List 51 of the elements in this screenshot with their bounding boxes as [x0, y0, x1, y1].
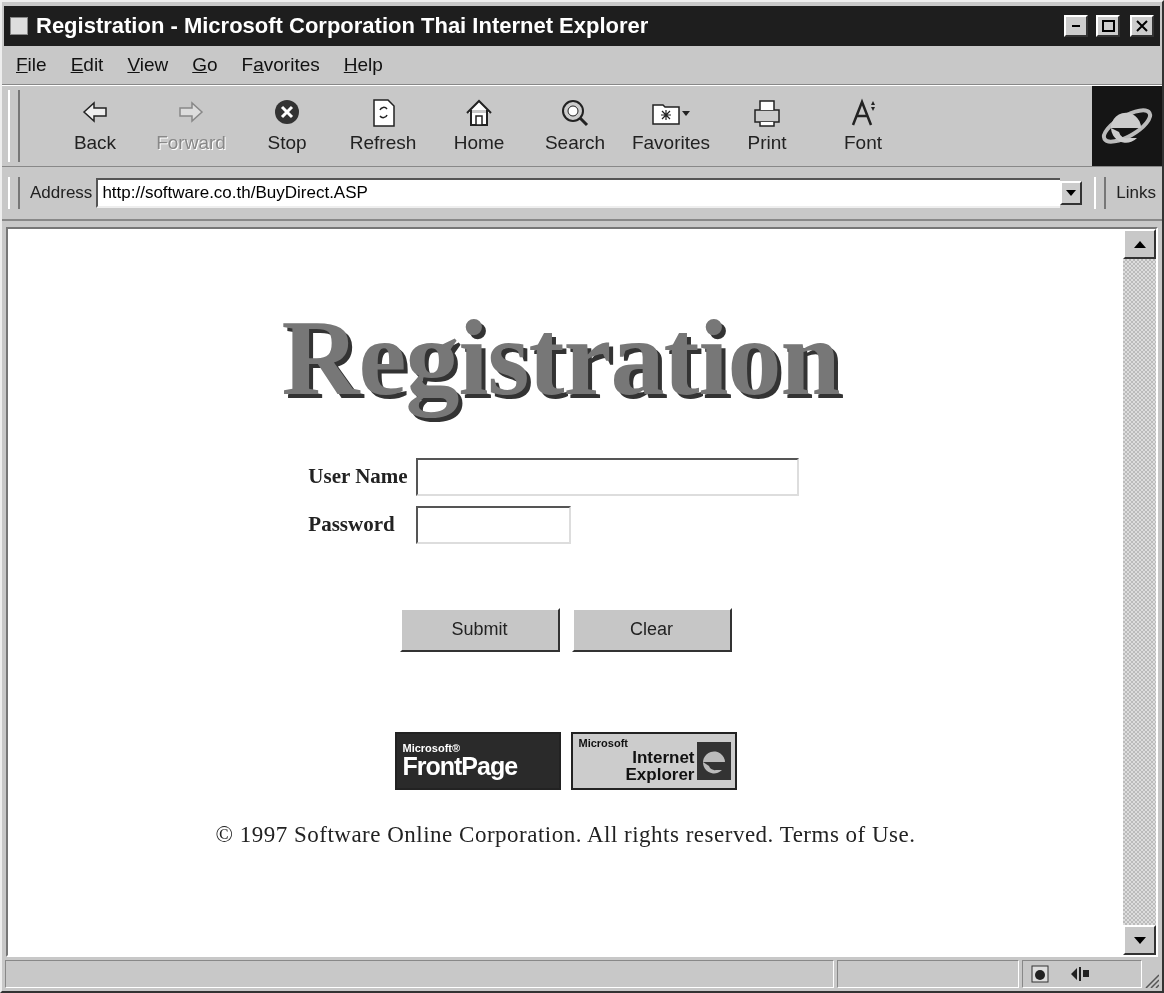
- links-label[interactable]: Links: [1112, 183, 1160, 203]
- close-button[interactable]: [1130, 15, 1154, 37]
- network-icon: [1069, 965, 1091, 983]
- maximize-icon: [1101, 20, 1115, 32]
- toolbar-button[interactable]: Home: [431, 98, 527, 154]
- toolbar-button[interactable]: Favorites: [623, 98, 719, 154]
- minimize-button[interactable]: [1064, 15, 1088, 37]
- form-button[interactable]: Submit: [399, 607, 560, 652]
- copyright-text: © 1997 Software Online Corporation. All rights reserved. Terms of Use.: [215, 821, 916, 848]
- toolbar-handle[interactable]: [8, 90, 20, 162]
- zone-icon: [1031, 965, 1049, 983]
- toolbar-button[interactable]: Print: [719, 98, 815, 154]
- search-icon: [560, 98, 590, 128]
- printer-icon: [752, 98, 782, 128]
- page-heading: Registration: [281, 299, 840, 418]
- address-field[interactable]: http://software.co.th/BuyDirect.ASP: [96, 178, 1061, 208]
- menu-item[interactable]: File: [10, 54, 53, 76]
- toolbar-handle[interactable]: [8, 177, 20, 209]
- down-arrow-icon: [1133, 936, 1146, 944]
- form-button[interactable]: Clear: [571, 607, 732, 652]
- field-label: User Name: [308, 464, 408, 490]
- resize-grip-icon: [1145, 974, 1159, 988]
- input-field[interactable]: [415, 457, 799, 496]
- window-title: Registration - Microsoft Corporation Thai Internet Explorer: [36, 13, 650, 39]
- scroll-up-button[interactable]: [1123, 229, 1156, 259]
- scrollbar[interactable]: [1123, 229, 1156, 955]
- toolbar-button[interactable]: Search: [527, 98, 623, 154]
- app-icon: [10, 17, 28, 35]
- caret-icon: [1066, 190, 1077, 196]
- menu-item[interactable]: View: [121, 54, 175, 76]
- toolbar-handle[interactable]: [1094, 177, 1107, 209]
- input-field[interactable]: [415, 505, 571, 544]
- close-icon: [1136, 20, 1148, 32]
- toolbar-button[interactable]: Back: [47, 98, 143, 154]
- product-badge[interactable]: Microsoft Internet Explorer: [570, 731, 737, 790]
- field-label: Password: [308, 512, 395, 538]
- menu-item[interactable]: Help: [337, 54, 389, 76]
- up-arrow-icon: [1133, 240, 1146, 248]
- scroll-down-button[interactable]: [1123, 925, 1156, 955]
- product-badge[interactable]: Microsoft® FrontPage: [394, 731, 561, 790]
- menu-item[interactable]: Favorites: [235, 54, 326, 76]
- maximize-button[interactable]: [1096, 15, 1120, 37]
- minimize-icon: [1072, 25, 1080, 27]
- toolbar-button[interactable]: Refresh: [335, 98, 431, 154]
- menu-item[interactable]: Edit: [64, 54, 110, 76]
- house-icon: [464, 98, 494, 128]
- menu-item[interactable]: Go: [186, 54, 224, 76]
- address-label: Address: [30, 183, 93, 203]
- toolbar-button[interactable]: Stop: [239, 98, 335, 154]
- toolbar-button[interactable]: Font: [815, 98, 911, 154]
- dropdown-button[interactable]: [1060, 181, 1083, 205]
